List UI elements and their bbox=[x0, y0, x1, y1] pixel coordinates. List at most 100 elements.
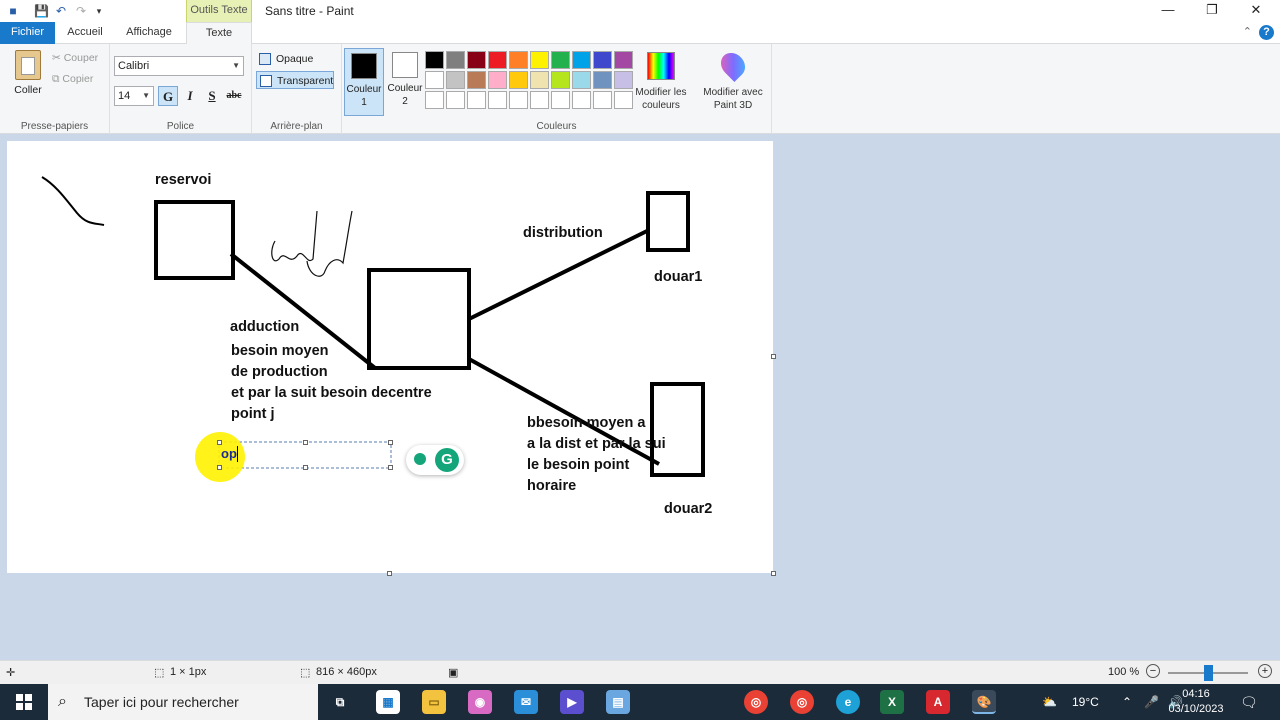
palette-swatch[interactable] bbox=[551, 51, 570, 69]
palette-swatch[interactable] bbox=[551, 71, 570, 89]
computer-icon[interactable]: ▤ bbox=[606, 690, 630, 714]
palette-swatch[interactable] bbox=[488, 51, 507, 69]
tab-fichier[interactable]: Fichier bbox=[0, 22, 55, 44]
font-size-select[interactable]: 14 ▼ bbox=[114, 86, 154, 106]
copy-button[interactable]: ⧉ Copier bbox=[52, 73, 93, 86]
edit-colors-button[interactable]: Modifier les couleurs bbox=[632, 50, 690, 112]
text-box-resize-handle[interactable] bbox=[388, 440, 393, 445]
zoom-out-button[interactable]: − bbox=[1146, 664, 1160, 678]
text-box-resize-handle[interactable] bbox=[303, 440, 308, 445]
palette-swatch[interactable] bbox=[467, 51, 486, 69]
canvas-resize-handle-corner[interactable] bbox=[771, 571, 776, 576]
palette-swatch[interactable] bbox=[425, 91, 444, 109]
canvas-resize-handle-bottom[interactable] bbox=[387, 571, 392, 576]
tray-chevron-icon[interactable]: ⌃ bbox=[1122, 684, 1132, 720]
store-icon[interactable]: ▦ bbox=[376, 690, 400, 714]
save-icon[interactable]: 💾 bbox=[34, 4, 49, 18]
task-view-icon[interactable]: ⧉ bbox=[328, 690, 352, 714]
zoom-slider-thumb[interactable] bbox=[1204, 665, 1213, 681]
taskbar-search-box[interactable]: ⌕ Taper ici pour rechercher bbox=[48, 684, 318, 720]
paste-button[interactable]: Coller bbox=[10, 50, 46, 96]
windows-start-icon[interactable] bbox=[16, 694, 32, 710]
canvas-resize-handle-right[interactable] bbox=[771, 354, 776, 359]
temperature[interactable]: 19°C bbox=[1072, 684, 1099, 720]
help-icon[interactable]: ? bbox=[1259, 25, 1274, 40]
text-box-resize-handle[interactable] bbox=[217, 465, 222, 470]
strikethrough-button[interactable]: abc bbox=[224, 86, 244, 106]
transparent-icon bbox=[260, 75, 272, 87]
palette-swatch[interactable] bbox=[593, 51, 612, 69]
edge-icon[interactable]: e bbox=[836, 690, 860, 714]
close-button[interactable]: ✕ bbox=[1234, 0, 1278, 22]
palette-swatch[interactable] bbox=[572, 71, 591, 89]
chrome-profile-icon[interactable]: ◎ bbox=[790, 690, 814, 714]
restore-button[interactable]: ❐ bbox=[1190, 0, 1234, 22]
drawing-canvas[interactable]: reservoi distribution douar1 adduction b… bbox=[7, 141, 773, 573]
palette-swatch[interactable] bbox=[446, 51, 465, 69]
palette-swatch[interactable] bbox=[593, 91, 612, 109]
text-box-resize-handle[interactable] bbox=[303, 465, 308, 470]
palette-swatch[interactable] bbox=[614, 51, 633, 69]
taskbar: ⌕ Taper ici pour rechercher ⧉ ▦ ▭ ◉ ✉ ▶ … bbox=[0, 684, 1280, 720]
clock-time: 04:16 bbox=[1182, 688, 1210, 700]
color1-button[interactable]: Couleur 1 bbox=[344, 48, 384, 116]
tab-accueil[interactable]: Accueil bbox=[58, 22, 112, 44]
chrome-icon[interactable]: ◎ bbox=[744, 690, 768, 714]
palette-swatch[interactable] bbox=[509, 71, 528, 89]
file-explorer-icon[interactable]: ▭ bbox=[422, 690, 446, 714]
palette-swatch[interactable] bbox=[530, 91, 549, 109]
palette-swatch[interactable] bbox=[446, 71, 465, 89]
undo-icon[interactable]: ↶ bbox=[54, 4, 68, 18]
notifications-icon[interactable]: 🗨 bbox=[1240, 684, 1258, 720]
color2-swatch bbox=[392, 52, 418, 78]
zoom-in-button[interactable]: + bbox=[1258, 664, 1272, 678]
palette-swatch[interactable] bbox=[572, 91, 591, 109]
text-box-resize-handle[interactable] bbox=[388, 465, 393, 470]
photos-icon[interactable]: ◉ bbox=[468, 690, 492, 714]
palette-swatch[interactable] bbox=[530, 51, 549, 69]
palette-swatch[interactable] bbox=[509, 91, 528, 109]
palette-swatch[interactable] bbox=[425, 71, 444, 89]
weather-icon[interactable]: ⛅ bbox=[1042, 684, 1057, 720]
tab-texte[interactable]: Texte bbox=[186, 22, 252, 45]
label-adduction: adduction bbox=[230, 319, 300, 335]
cut-button[interactable]: ✂ Couper bbox=[52, 52, 98, 64]
palette-swatch[interactable] bbox=[467, 91, 486, 109]
microphone-icon[interactable]: 🎤 bbox=[1144, 684, 1159, 720]
redo-icon[interactable]: ↷ bbox=[74, 4, 88, 18]
collapse-ribbon-icon[interactable]: ⌃ bbox=[1243, 25, 1252, 38]
text-box-resize-handle[interactable] bbox=[217, 440, 222, 445]
clock[interactable]: 04:16 03/10/2023 bbox=[1166, 687, 1226, 717]
palette-swatch[interactable] bbox=[509, 51, 528, 69]
palette-swatch[interactable] bbox=[425, 51, 444, 69]
excel-icon[interactable]: X bbox=[880, 690, 904, 714]
grammarly-widget[interactable]: G bbox=[406, 445, 464, 475]
opaque-button[interactable]: Opaque bbox=[256, 50, 334, 68]
zoom-level: 100 % bbox=[1108, 666, 1140, 678]
font-family-select[interactable]: Calibri ▼ bbox=[114, 56, 244, 76]
palette-swatch[interactable] bbox=[446, 91, 465, 109]
palette-swatch[interactable] bbox=[530, 71, 549, 89]
italic-button[interactable]: I bbox=[180, 86, 200, 106]
text-edit-box[interactable]: op bbox=[221, 446, 238, 462]
quick-access-dropdown-icon[interactable]: ▾ bbox=[92, 4, 106, 18]
edit-with-paint3d-button[interactable]: Modifier avec Paint 3D bbox=[698, 48, 768, 112]
paint-taskbar-icon[interactable]: 🎨 bbox=[972, 690, 996, 714]
mail-icon[interactable]: ✉ bbox=[514, 690, 538, 714]
underline-button[interactable]: S bbox=[202, 86, 222, 106]
palette-swatch[interactable] bbox=[488, 71, 507, 89]
palette-swatch[interactable] bbox=[593, 71, 612, 89]
acrobat-icon[interactable]: A bbox=[926, 690, 950, 714]
palette-swatch[interactable] bbox=[572, 51, 591, 69]
transparent-button[interactable]: Transparent bbox=[256, 71, 334, 89]
palette-swatch[interactable] bbox=[488, 91, 507, 109]
palette-swatch[interactable] bbox=[614, 91, 633, 109]
palette-swatch[interactable] bbox=[614, 71, 633, 89]
palette-swatch[interactable] bbox=[551, 91, 570, 109]
minimize-button[interactable]: — bbox=[1146, 0, 1190, 22]
color2-button[interactable]: Couleur 2 bbox=[385, 48, 425, 116]
palette-swatch[interactable] bbox=[467, 71, 486, 89]
tab-affichage[interactable]: Affichage bbox=[116, 22, 182, 44]
bold-button[interactable]: G bbox=[158, 86, 178, 106]
media-player-icon[interactable]: ▶ bbox=[560, 690, 584, 714]
